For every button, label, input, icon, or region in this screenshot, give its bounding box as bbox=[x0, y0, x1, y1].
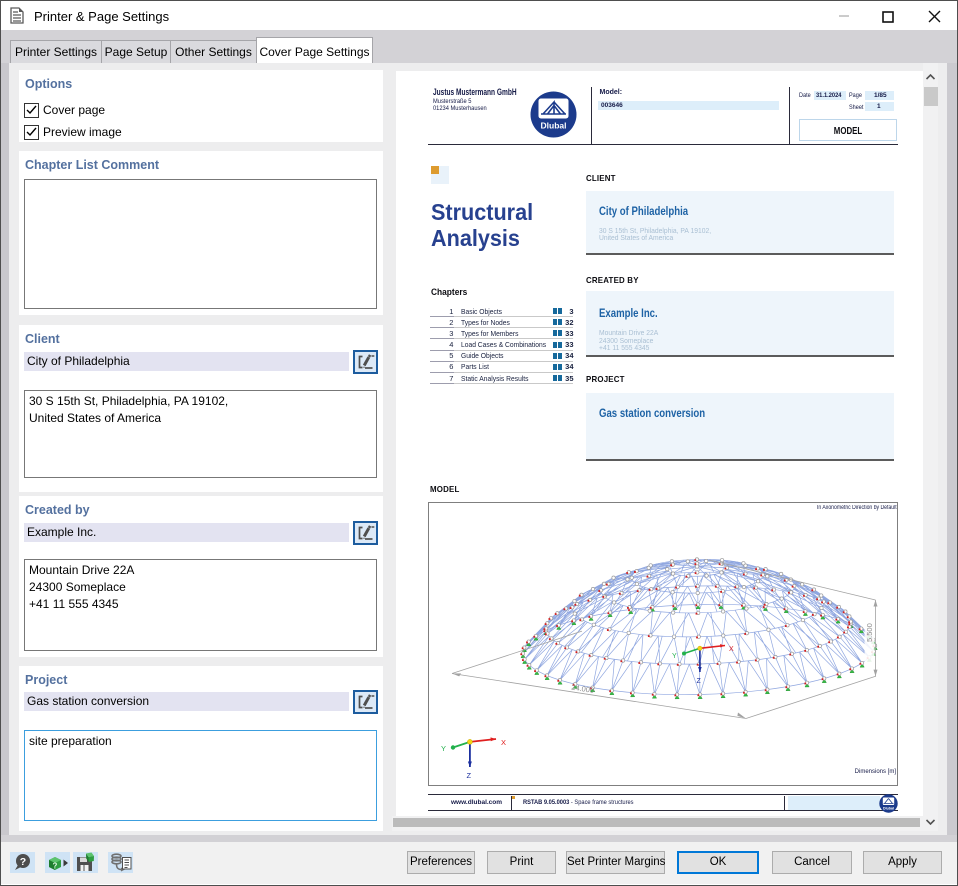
svg-text:?: ? bbox=[20, 856, 26, 868]
svg-text:Y: Y bbox=[672, 653, 677, 660]
svg-text:X: X bbox=[729, 646, 734, 653]
svg-text:X: X bbox=[501, 738, 506, 747]
svg-text:Dlubal: Dlubal bbox=[883, 807, 894, 811]
svg-text:Dlubal: Dlubal bbox=[541, 121, 567, 131]
svg-text:Y: Y bbox=[441, 744, 446, 753]
svg-text:Z: Z bbox=[467, 771, 472, 780]
svg-text:5.500: 5.500 bbox=[865, 623, 874, 642]
svg-text:Z: Z bbox=[697, 678, 702, 685]
svg-text:?: ? bbox=[53, 862, 58, 871]
